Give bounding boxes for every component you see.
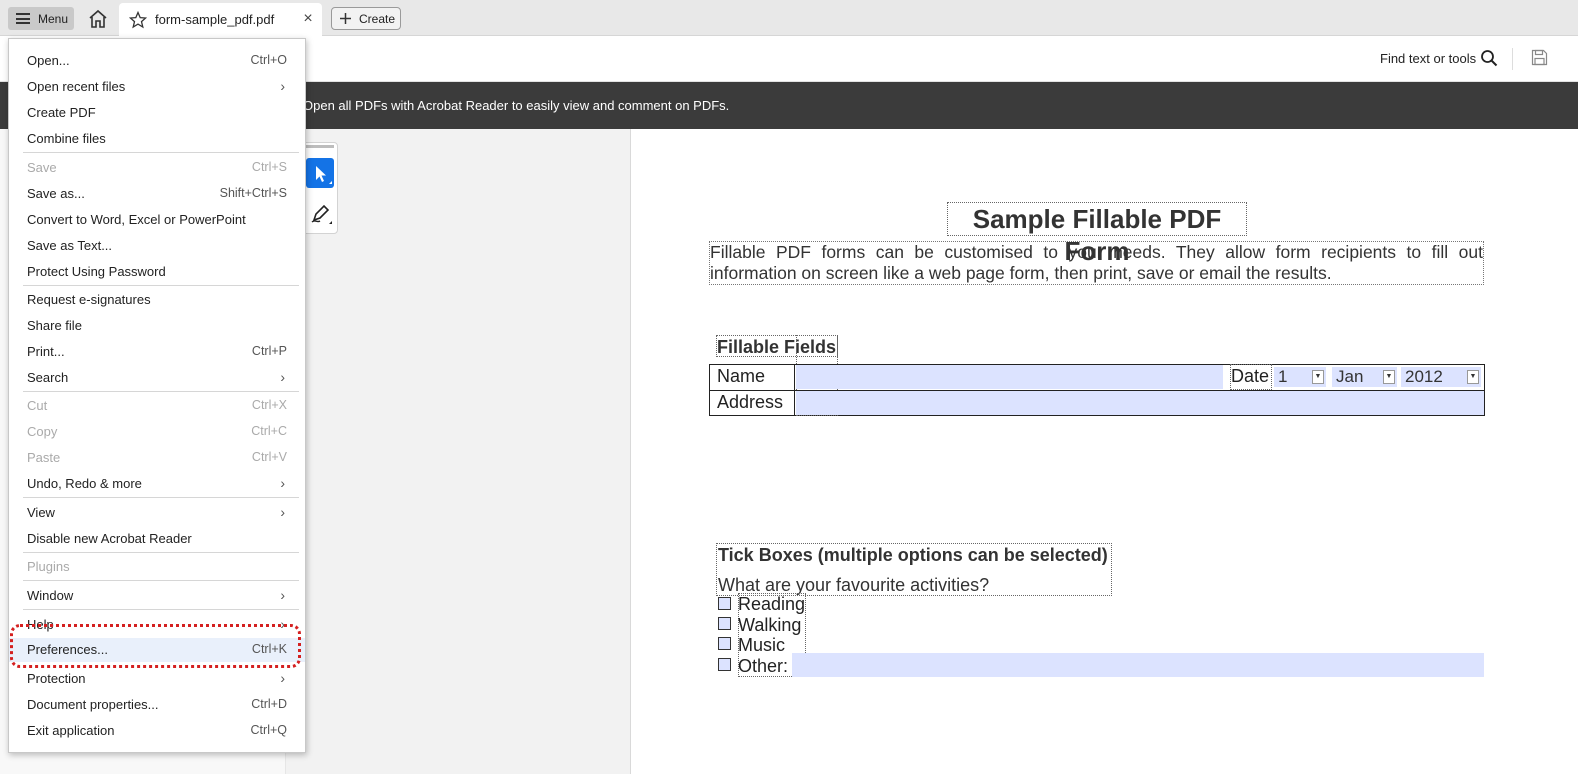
date-label-outline [1230, 364, 1272, 390]
other-text-field[interactable] [792, 653, 1484, 677]
music-checkbox[interactable] [718, 637, 731, 650]
menu-separator [23, 152, 299, 153]
menu-item-exit[interactable]: Exit application Ctrl+Q [9, 719, 305, 743]
name-field[interactable] [796, 365, 1223, 389]
chevron-right-icon: › [280, 504, 285, 520]
home-icon [89, 9, 107, 28]
tab-bar: Menu form-sample_pdf.pdf × Create [0, 0, 1578, 36]
toolbar-divider [1512, 48, 1513, 70]
chevron-right-icon: › [280, 670, 285, 686]
pdf-intro: Fillable PDF forms can be customised to … [709, 241, 1484, 285]
menu-item-save-as-text[interactable]: Save as Text... [9, 234, 305, 258]
chevron-down-icon[interactable]: ▼ [1312, 370, 1324, 384]
home-button[interactable] [86, 8, 110, 30]
pdf-title: Sample Fillable PDF Form [947, 202, 1247, 266]
menu-item-protect[interactable]: Protect Using Password [9, 260, 305, 284]
cursor-icon [316, 166, 332, 184]
save-icon[interactable] [1531, 49, 1548, 66]
menu-item-print[interactable]: Print... Ctrl+P [9, 340, 305, 364]
menu-item-convert[interactable]: Convert to Word, Excel or PowerPoint [9, 208, 305, 232]
day-value: 1 [1278, 367, 1288, 386]
chevron-right-icon: › [280, 369, 285, 385]
select-tool-button[interactable] [306, 158, 334, 188]
menu-button-label: Menu [38, 11, 69, 26]
menu-item-copy[interactable]: Copy Ctrl+C [9, 420, 305, 444]
plus-icon [340, 13, 351, 24]
preferences-highlight-annotation [10, 624, 301, 668]
menu-item-disable-new-reader[interactable]: Disable new Acrobat Reader [9, 527, 305, 551]
music-label: Music [738, 635, 786, 655]
table-col-divider [794, 364, 795, 416]
menu-item-view[interactable]: View › [9, 501, 305, 525]
create-button[interactable]: Create [331, 7, 401, 30]
menu-separator [23, 497, 299, 498]
quick-tools-grip[interactable] [306, 145, 334, 148]
day-select[interactable]: 1 ▼ [1274, 367, 1326, 387]
menu-item-protection[interactable]: Protection › [9, 667, 305, 691]
address-field[interactable] [796, 391, 1484, 415]
menu-item-paste[interactable]: Paste Ctrl+V [9, 446, 305, 470]
find-text-or-tools[interactable]: Find text or tools [1380, 51, 1476, 66]
hamburger-icon [16, 13, 30, 24]
tick-boxes-section: Tick Boxes (multiple options can be sele… [716, 543, 1112, 596]
menu-separator [23, 609, 299, 610]
month-select[interactable]: Jan ▼ [1332, 367, 1397, 387]
menu-separator [23, 552, 299, 553]
menu-item-save[interactable]: Save Ctrl+S [9, 156, 305, 180]
menu-item-search[interactable]: Search › [9, 366, 305, 390]
tab-title: form-sample_pdf.pdf [155, 12, 275, 27]
other-checkbox[interactable] [718, 658, 731, 671]
menu-item-save-as[interactable]: Save as... Shift+Ctrl+S [9, 182, 305, 206]
menu-separator [23, 391, 299, 392]
reading-checkbox[interactable] [718, 597, 731, 610]
menu-item-undo-redo[interactable]: Undo, Redo & more › [9, 472, 305, 496]
walking-label: Walking [738, 615, 802, 635]
chevron-right-icon: › [280, 475, 285, 491]
star-icon[interactable] [129, 10, 147, 29]
tick-boxes-heading: Tick Boxes (multiple options can be sele… [718, 545, 1108, 565]
year-value: 2012 [1405, 367, 1443, 386]
address-label: Address [717, 392, 784, 412]
menu-separator [23, 580, 299, 581]
menu-button[interactable]: Menu [8, 7, 74, 30]
document-tab[interactable]: form-sample_pdf.pdf × [119, 3, 322, 36]
banner-text: Open all PDFs with Acrobat Reader to eas… [303, 98, 730, 113]
menu-item-cut[interactable]: Cut Ctrl+X [9, 394, 305, 418]
other-label: Other: [738, 656, 789, 676]
menu-item-share[interactable]: Share file [9, 314, 305, 338]
pen-icon [311, 204, 332, 224]
menu-item-open[interactable]: Open... Ctrl+O [9, 49, 305, 73]
sign-tool-button[interactable] [306, 200, 334, 228]
search-icon[interactable] [1480, 49, 1498, 67]
menu-item-create-pdf[interactable]: Create PDF [9, 101, 305, 125]
chevron-right-icon: › [280, 78, 285, 94]
walking-checkbox[interactable] [718, 617, 731, 630]
menu-item-plugins[interactable]: Plugins [9, 555, 305, 579]
chevron-down-icon[interactable]: ▼ [1383, 370, 1395, 384]
month-value: Jan [1336, 367, 1364, 386]
menu-item-combine[interactable]: Combine files [9, 127, 305, 151]
close-tab-icon[interactable]: × [300, 10, 316, 28]
menu-item-document-properties[interactable]: Document properties... Ctrl+D [9, 693, 305, 717]
chevron-down-icon[interactable]: ▼ [1467, 370, 1479, 384]
menu-separator [23, 285, 299, 286]
menu-item-window[interactable]: Window › [9, 584, 305, 608]
menu-item-request-esign[interactable]: Request e-signatures [9, 288, 305, 312]
name-label: Name [717, 366, 766, 386]
create-button-label: Create [359, 11, 396, 26]
chevron-right-icon: › [280, 587, 285, 603]
year-select[interactable]: 2012 ▼ [1401, 367, 1481, 387]
reading-label: Reading [738, 594, 806, 614]
menu-item-open-recent[interactable]: Open recent files › [9, 75, 305, 99]
